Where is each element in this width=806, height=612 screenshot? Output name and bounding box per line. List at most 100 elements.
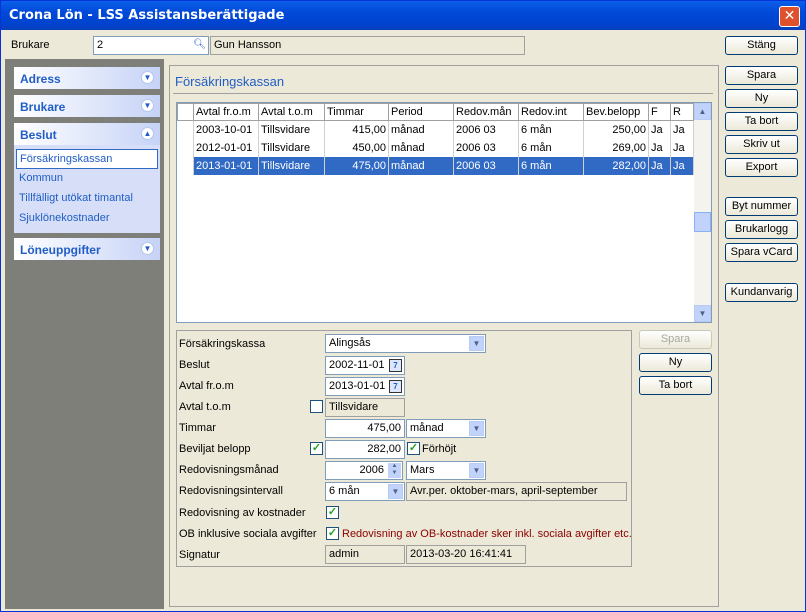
chevron-down-icon[interactable]: ▼ [141,99,154,112]
signatur-time: 2013-03-20 16:41:41 [406,545,526,564]
forsakringskassa-select[interactable]: Alingsås ▼ [325,334,486,353]
chevron-down-icon[interactable]: ▼ [469,336,484,351]
close-window-button[interactable]: ✕ [779,6,800,27]
chevron-up-icon[interactable]: ▲ [141,127,154,140]
column-header[interactable]: Period [388,103,454,121]
beslut-list: Försäkringskassan Kommun Tillfälligt utö… [14,145,160,233]
calendar-icon[interactable]: 7 [389,359,402,372]
table-cell: månad [388,120,454,139]
nav-group-adress[interactable]: Adress ▼ [14,67,160,89]
save-button[interactable]: Spara [725,66,798,85]
print-button[interactable]: Skriv ut [725,135,798,154]
nav-group-brukare[interactable]: Brukare ▼ [14,95,160,117]
table-cell: 2012-01-01 [193,138,259,157]
scroll-down-icon[interactable]: ▼ [694,305,711,322]
table-row-selected[interactable]: 2013-01-01 Tillsvidare 475,00 månad 2006… [177,156,694,175]
beslut-date-input[interactable]: 2002-11-01 7 [325,356,405,375]
forhojt-checkbox[interactable]: ✓ [407,442,420,455]
forhojt-label: Förhöjt [422,443,457,455]
chevron-down-icon[interactable]: ▼ [141,242,154,255]
nav-item-tillfalligt[interactable]: Tillfälligt utökat timantal [16,189,158,209]
save-vcard-button[interactable]: Spara vCard [725,243,798,262]
table-cell: 2013-01-01 [193,156,259,175]
nav-group-loneuppgifter[interactable]: Löneuppgifter ▼ [14,238,160,260]
ob-text: Redovisning av OB-kostnader sker inkl. s… [342,528,632,540]
beviljat-checkbox[interactable]: ✓ [310,442,323,455]
nav-item-forsakringskassan[interactable]: Försäkringskassan [16,149,158,169]
scroll-thumb[interactable] [694,212,711,232]
table-cell: 6 mån [518,120,584,139]
column-header[interactable]: Bev.belopp [583,103,649,121]
customer-responsible-button[interactable]: Kundanvarig [725,283,798,302]
chevron-down-icon[interactable]: ▼ [388,484,403,499]
column-header[interactable]: Timmar [324,103,389,121]
redov-month-value: Mars [410,464,435,476]
ob-checkbox[interactable]: ✓ [326,527,339,540]
table-cell: Tillsvidare [258,120,325,139]
table-cell: 269,00 [583,138,649,157]
spinner-arrows-icon[interactable]: ▲ ▼ [388,463,401,478]
form-delete-button[interactable]: Ta bort [639,376,712,395]
nav-group-beslut[interactable]: Beslut ▲ Försäkringskassan Kommun Tillfä… [14,123,160,233]
ob-label: OB inklusive sociala avgifter [179,528,317,540]
export-button[interactable]: Export [725,158,798,177]
forsakringskassa-value: Alingsås [329,337,371,349]
column-header[interactable]: Avtal t.o.m [258,103,325,121]
column-header[interactable]: Redov.int [518,103,584,121]
beslut-label: Beslut [179,359,210,371]
change-number-button[interactable]: Byt nummer [725,197,798,216]
column-header[interactable]: F [648,103,671,121]
timmar-input[interactable]: 475,00 [325,419,405,438]
beviljat-input[interactable]: 282,00 [325,440,405,459]
table-row[interactable]: 2003-10-01 Tillsvidare 415,00 månad 2006… [177,120,694,139]
brukare-id-input[interactable]: 2 🔍︎ [93,36,209,55]
scroll-up-icon[interactable]: ▲ [694,103,711,120]
redov-year-spinner[interactable]: 2006 ▲ ▼ [325,461,403,480]
brukare-name-field: Gun Hansson [210,36,525,55]
nav-item-kommun[interactable]: Kommun [16,169,158,189]
section-title: Försäkringskassan [175,74,285,89]
table-cell: 250,00 [583,120,649,139]
row-indicator-header [177,103,194,121]
table-cell: 6 mån [518,156,584,175]
beviljat-label: Beviljat belopp [179,443,251,455]
nav-group-header[interactable]: Brukare [14,95,160,117]
column-header[interactable]: Avtal fr.o.m [193,103,259,121]
beslut-value: 2002-11-01 [329,359,385,371]
redovkost-checkbox[interactable]: ✓ [326,506,339,519]
left-nav-pane: Adress ▼ Brukare ▼ Beslut ▲ Försäkringsk… [5,59,164,609]
avtal-from-date-input[interactable]: 2013-01-01 7 [325,377,405,396]
nav-item-sjuklonekostnader[interactable]: Sjuklönekostnader [16,209,158,229]
column-header[interactable]: Redov.mån [453,103,519,121]
user-log-button[interactable]: Brukarlogg [725,220,798,239]
avtal-tom-checkbox[interactable] [310,400,323,413]
chevron-down-icon[interactable]: ▼ [141,71,154,84]
table-cell: Ja [648,156,671,175]
main-window: Crona Lön - LSS Assistansberättigade ✕ B… [0,0,806,612]
chevron-down-icon[interactable]: ▼ [469,421,484,436]
calendar-icon[interactable]: 7 [389,380,402,393]
redovint-select[interactable]: 6 mån ▼ [325,482,405,501]
nav-group-header[interactable]: Beslut [14,123,160,145]
column-header[interactable]: R [670,103,694,121]
vertical-scrollbar[interactable]: ▲ ▼ [694,103,711,322]
nav-group-header[interactable]: Adress [14,67,160,89]
title-bar: Crona Lön - LSS Assistansberättigade ✕ [1,1,805,30]
delete-button[interactable]: Ta bort [725,112,798,131]
chevron-down-icon[interactable]: ▼ [469,463,484,478]
table-row[interactable]: 2012-01-01 Tillsvidare 450,00 månad 2006… [177,138,694,157]
redov-month-select[interactable]: Mars ▼ [406,461,486,480]
period-select[interactable]: månad ▼ [406,419,486,438]
close-button[interactable]: Stäng [725,36,798,55]
new-button[interactable]: Ny [725,89,798,108]
table-cell: 282,00 [583,156,649,175]
binoculars-icon[interactable]: 🔍︎ [193,38,206,51]
forsakringskassa-label: Försäkringskassa [179,338,266,350]
form-save-button[interactable]: Spara [639,330,712,349]
form-new-button[interactable]: Ny [639,353,712,372]
decision-table[interactable]: Avtal fr.o.m Avtal t.o.m Timmar Period R… [176,102,712,323]
brukare-label: Brukare [11,39,50,51]
table-cell: Ja [648,138,671,157]
table-cell: 415,00 [324,120,389,139]
nav-group-header[interactable]: Löneuppgifter [14,238,160,260]
